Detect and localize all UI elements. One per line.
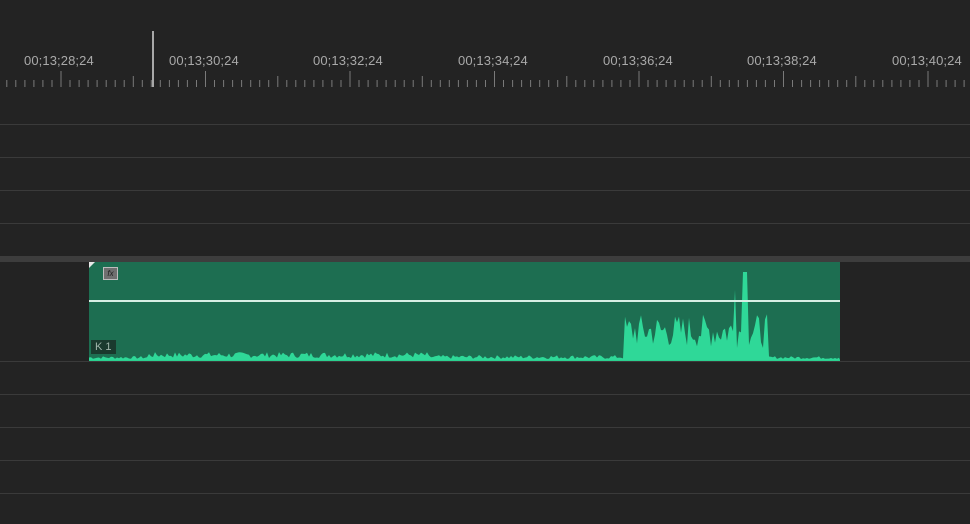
ruler-ticks [6,71,965,87]
clip-name-label: K 1 [91,340,116,354]
time-ruler[interactable]: 00;13;28;24 00;13;30;24 00;13;32;24 00;1… [0,0,970,92]
audio-waveform [89,272,840,360]
track-divider [0,427,970,428]
audio-clip[interactable]: fx K 1 [89,262,840,361]
track-divider [0,190,970,191]
track-divider [0,493,970,494]
fx-badge[interactable]: fx [103,267,118,280]
track-divider [0,157,970,158]
track-divider [0,460,970,461]
track-divider [0,124,970,125]
volume-rubber-band[interactable] [89,300,840,302]
track-divider [0,223,970,224]
track-divider [0,361,970,362]
clip-corner-marker [89,262,95,268]
playhead[interactable] [152,31,154,87]
track-divider [0,394,970,395]
